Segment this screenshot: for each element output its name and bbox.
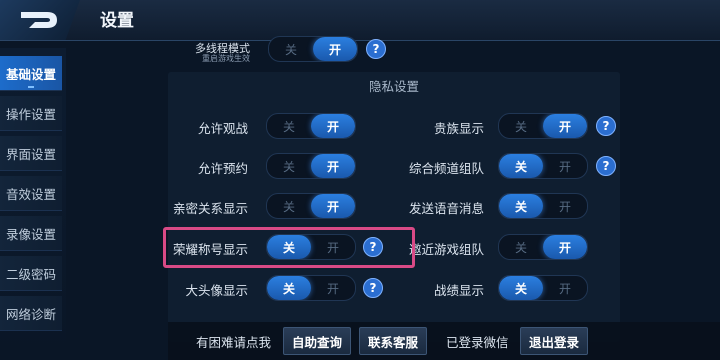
help-icon[interactable]: ? bbox=[366, 39, 386, 59]
noble-display-label: 贵族显示 bbox=[433, 121, 484, 136]
intimacy-display-toggle[interactable]: 关 开 bbox=[266, 193, 356, 219]
back-arrow-icon bbox=[21, 12, 57, 28]
recent-team-toggle[interactable]: 关 开 bbox=[498, 234, 588, 260]
big-avatar-toggle[interactable]: 关 开 bbox=[266, 275, 356, 301]
allow-spectate-toggle[interactable]: 关 开 bbox=[266, 113, 356, 139]
back-button[interactable] bbox=[0, 0, 80, 40]
toggle-on[interactable]: 开 bbox=[311, 114, 355, 138]
sidebar-item-network[interactable]: 网络诊断 bbox=[0, 296, 62, 331]
toggle-on[interactable]: 开 bbox=[311, 276, 355, 300]
toggle-on[interactable]: 开 bbox=[313, 37, 357, 61]
sidebar-item-controls[interactable]: 操作设置 bbox=[0, 96, 62, 131]
allow-appointment-label: 允许预约 bbox=[197, 161, 248, 176]
toggle-on[interactable]: 开 bbox=[311, 194, 355, 218]
record-display-label: 战绩显示 bbox=[433, 283, 484, 298]
toggle-off[interactable]: 关 bbox=[499, 194, 543, 218]
privacy-section-header: 隐私设置 bbox=[368, 79, 419, 94]
multithread-sublabel: 重启游戏生效 bbox=[202, 54, 250, 63]
sidebar-item-replay[interactable]: 录像设置 bbox=[0, 216, 62, 251]
self-help-button[interactable]: 自助查询 bbox=[283, 327, 352, 355]
sidebar-item-secondary-password[interactable]: 二级密码 bbox=[0, 256, 62, 291]
sidebar-item-interface[interactable]: 界面设置 bbox=[0, 136, 62, 171]
top-bar: 设置 bbox=[0, 0, 720, 41]
sidebar-item-sound[interactable]: 音效设置 bbox=[0, 176, 62, 211]
toggle-off[interactable]: 关 bbox=[267, 154, 311, 178]
sidebar: 基础设置 操作设置 界面设置 音效设置 录像设置 二级密码 网络诊断 bbox=[0, 48, 66, 360]
sidebar-item-basic[interactable]: 基础设置 bbox=[0, 56, 62, 91]
record-display-toggle[interactable]: 关 开 bbox=[498, 275, 588, 301]
toggle-off[interactable]: 关 bbox=[267, 276, 311, 300]
toggle-off[interactable]: 关 bbox=[267, 114, 311, 138]
voice-message-toggle[interactable]: 关 开 bbox=[498, 193, 588, 219]
channel-team-label: 综合频道组队 bbox=[408, 161, 484, 176]
allow-appointment-toggle[interactable]: 关 开 bbox=[266, 153, 356, 179]
help-icon[interactable]: ? bbox=[596, 156, 616, 176]
toggle-on[interactable]: 开 bbox=[543, 114, 587, 138]
allow-spectate-label: 允许观战 bbox=[197, 121, 248, 136]
multithread-toggle[interactable]: 关 开 bbox=[268, 36, 358, 62]
toggle-on[interactable]: 开 bbox=[543, 235, 587, 259]
toggle-on[interactable]: 开 bbox=[543, 194, 587, 218]
toggle-off[interactable]: 关 bbox=[499, 154, 543, 178]
page-title: 设置 bbox=[100, 11, 134, 31]
toggle-off[interactable]: 关 bbox=[269, 37, 313, 61]
channel-team-toggle[interactable]: 关 开 bbox=[498, 153, 588, 179]
toggle-on[interactable]: 开 bbox=[543, 154, 587, 178]
toggle-off[interactable]: 关 bbox=[499, 276, 543, 300]
login-status-text: 已登录微信 bbox=[446, 335, 509, 350]
toggle-off[interactable]: 关 bbox=[499, 114, 543, 138]
contact-service-button[interactable]: 联系客服 bbox=[359, 327, 428, 355]
noble-display-toggle[interactable]: 关 开 bbox=[498, 113, 588, 139]
intimacy-display-label: 亲密关系显示 bbox=[172, 201, 248, 216]
big-avatar-label: 大头像显示 bbox=[185, 283, 248, 298]
help-icon[interactable]: ? bbox=[596, 116, 616, 136]
highlight-box bbox=[163, 227, 415, 268]
logout-button[interactable]: 退出登录 bbox=[520, 327, 589, 355]
toggle-on[interactable]: 开 bbox=[311, 154, 355, 178]
voice-message-label: 发送语音消息 bbox=[408, 201, 484, 216]
toggle-off[interactable]: 关 bbox=[499, 235, 543, 259]
toggle-off[interactable]: 关 bbox=[267, 194, 311, 218]
help-prompt-text: 有困难请点我 bbox=[196, 335, 272, 350]
help-icon[interactable]: ? bbox=[363, 278, 383, 298]
toggle-on[interactable]: 开 bbox=[543, 276, 587, 300]
